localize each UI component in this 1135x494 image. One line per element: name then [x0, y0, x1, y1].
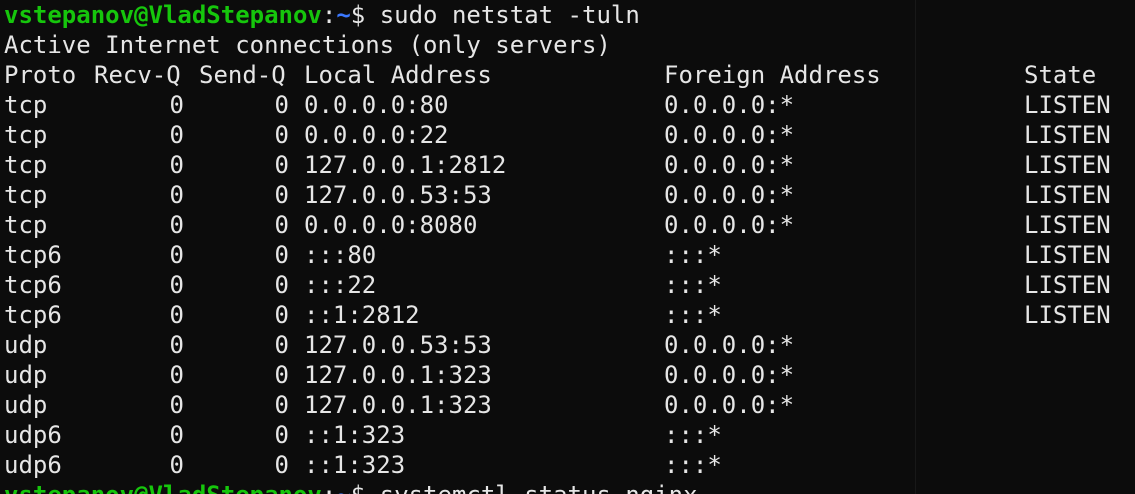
- table-row: tcp6 0 0:::80:::* LISTEN: [4, 240, 1135, 270]
- prompt-colon: :: [321, 1, 337, 29]
- cell-foreign-address: :::*: [664, 271, 722, 299]
- prompt-path: ~: [336, 481, 350, 494]
- prompt-dollar: $: [351, 481, 365, 494]
- cell-local-address: 127.0.0.1:2812: [304, 151, 507, 179]
- header-local-address: Local Address: [304, 61, 492, 89]
- cell-sendq: 0: [274, 391, 289, 419]
- table-header: Proto Recv-Q Send-Q Local Address Foreig…: [4, 60, 1135, 90]
- cell-sendq: 0: [274, 181, 289, 209]
- cell-local-address: ::1:323: [304, 421, 406, 449]
- table-row: udp 0 0 127.0.0.53:53 0.0.0.0:*: [4, 330, 1135, 360]
- prompt-user-host: vstepanov@VladStepanov: [4, 481, 322, 494]
- cell-foreign-address: 0.0.0.0:*: [664, 181, 795, 209]
- table-row: tcp 0 0 0.0.0.0:80 0.0.0.0:* LISTEN: [4, 90, 1135, 120]
- cell-sendq: 0: [274, 91, 289, 119]
- cell-state: LISTEN: [1024, 151, 1111, 179]
- table-row: tcp 0 0 127.0.0.53:53 0.0.0.0:* LISTEN: [4, 180, 1135, 210]
- cell-state: LISTEN: [1024, 241, 1111, 269]
- command-text: sudo netstat -tuln: [365, 1, 640, 29]
- cell-local-address: ::1:2812: [304, 301, 420, 329]
- cell-state: LISTEN: [1024, 211, 1111, 239]
- command-text: systemctl status nginx: [365, 481, 698, 494]
- cell-local-address: ::1:323: [304, 451, 406, 479]
- cell-local-address: :::22: [304, 271, 377, 299]
- cell-foreign-address: 0.0.0.0:*: [664, 361, 795, 389]
- cell-sendq: 0: [274, 331, 289, 359]
- cell-local-address: 127.0.0.53:53: [304, 331, 492, 359]
- cell-state: LISTEN: [1024, 91, 1111, 119]
- cell-local-address: 0.0.0.0:8080: [304, 211, 478, 239]
- header-state: State: [1024, 61, 1097, 89]
- cell-sendq: 0: [274, 301, 289, 329]
- connection-table: tcp 0 0 0.0.0.0:80 0.0.0.0:* LISTEN tcp 0 0 0.0.0…: [4, 90, 1135, 480]
- cell-foreign-address: 0.0.0.0:*: [664, 331, 795, 359]
- cell-foreign-address: :::*: [664, 301, 722, 329]
- cell-foreign-address: :::*: [664, 451, 722, 479]
- cell-state: LISTEN: [1024, 301, 1111, 329]
- table-row: udp6 0 0::1:323:::*: [4, 420, 1135, 450]
- cell-sendq: 0: [274, 361, 289, 389]
- prompt-line-netstat: vstepanov@VladStepanov:~$ sudo netstat -…: [4, 0, 1135, 30]
- cell-foreign-address: 0.0.0.0:*: [664, 211, 795, 239]
- cell-foreign-address: 0.0.0.0:*: [664, 91, 795, 119]
- cell-local-address: 127.0.0.1:323: [304, 361, 492, 389]
- cell-foreign-address: :::*: [664, 421, 722, 449]
- header-foreign-address: Foreign Address: [664, 61, 881, 89]
- cell-sendq: 0: [274, 151, 289, 179]
- table-row: tcp6 0 0:::22:::* LISTEN: [4, 270, 1135, 300]
- cell-foreign-address: 0.0.0.0:*: [664, 121, 795, 149]
- header-recvq: Recv-Q: [94, 61, 181, 89]
- table-row: tcp6 0 0::1:2812:::* LISTEN: [4, 300, 1135, 330]
- prompt-dollar: $: [350, 1, 366, 29]
- table-row: tcp 0 0 0.0.0.0:8080 0.0.0.0:* LISTEN: [4, 210, 1135, 240]
- cell-sendq: 0: [274, 421, 289, 449]
- terminal-window[interactable]: vstepanov@VladStepanov:~$ sudo netstat -…: [4, 0, 1135, 494]
- cell-local-address: 127.0.0.1:323: [304, 391, 492, 419]
- cell-local-address: :::80: [304, 241, 377, 269]
- prompt-line-systemctl: vstepanov@VladStepanov:~$ systemctl stat…: [4, 480, 1135, 494]
- cell-foreign-address: 0.0.0.0:*: [664, 391, 795, 419]
- table-row: tcp 0 0 0.0.0.0:22 0.0.0.0:* LISTEN: [4, 120, 1135, 150]
- header-sendq: Send-Q: [199, 61, 286, 89]
- prompt-colon: :: [322, 481, 336, 494]
- cell-local-address: 127.0.0.53:53: [304, 181, 492, 209]
- table-row: udp 0 0 127.0.0.1:323 0.0.0.0:*: [4, 360, 1135, 390]
- cell-foreign-address: 0.0.0.0:*: [664, 151, 795, 179]
- cell-state: LISTEN: [1024, 181, 1111, 209]
- table-row: udp 0 0 127.0.0.1:323 0.0.0.0:*: [4, 390, 1135, 420]
- cell-sendq: 0: [274, 121, 289, 149]
- header-proto: Proto: [4, 61, 77, 89]
- cell-sendq: 0: [274, 271, 289, 299]
- cell-state: LISTEN: [1024, 121, 1111, 149]
- prompt-user-host: vstepanov@VladStepanov: [4, 1, 322, 29]
- cell-state: LISTEN: [1024, 271, 1111, 299]
- cell-sendq: 0: [274, 451, 289, 479]
- cell-local-address: 0.0.0.0:80: [304, 91, 449, 119]
- cell-local-address: 0.0.0.0:22: [304, 121, 449, 149]
- table-row: udp6 0 0::1:323:::*: [4, 450, 1135, 480]
- cell-sendq: 0: [274, 241, 289, 269]
- output-title: Active Internet connections (only server…: [4, 31, 611, 59]
- table-row: tcp 0 0 127.0.0.1:2812 0.0.0.0:* LISTEN: [4, 150, 1135, 180]
- prompt-path: ~: [336, 1, 351, 29]
- cell-foreign-address: :::*: [664, 241, 722, 269]
- cell-sendq: 0: [274, 211, 289, 239]
